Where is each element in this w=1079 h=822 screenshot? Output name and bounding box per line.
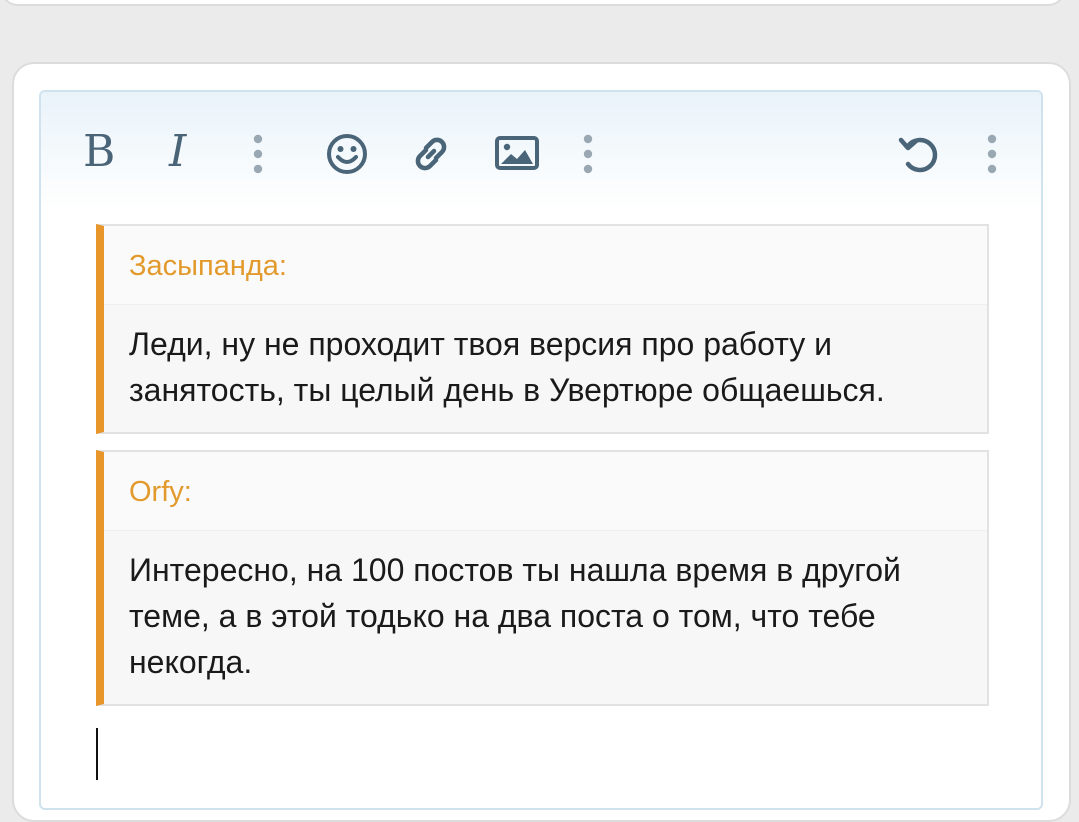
- smiley-icon[interactable]: [323, 130, 371, 178]
- quote-author[interactable]: Засыпанда:: [129, 248, 287, 284]
- rich-text-editor[interactable]: B I Засыпанда: Леди, ну не проходит твоя…: [39, 90, 1043, 810]
- italic-button[interactable]: I: [169, 126, 186, 178]
- more-options-icon[interactable]: [253, 134, 263, 174]
- quote-author[interactable]: Orfy:: [129, 474, 192, 510]
- quote-text: Леди, ну не проходит твоя версия про раб…: [129, 326, 885, 408]
- previous-post-card: [0, 0, 1066, 6]
- image-icon[interactable]: [493, 130, 541, 178]
- undo-icon[interactable]: [895, 130, 943, 178]
- bold-button[interactable]: B: [83, 126, 115, 178]
- quote-text: Интересно, на 100 постов ты нашла время …: [129, 552, 901, 680]
- editor-toolbar: B I: [41, 92, 1041, 210]
- quote-header: Orfy:: [104, 452, 987, 531]
- quote-block: Засыпанда: Леди, ну не проходит твоя вер…: [96, 224, 989, 434]
- more-options-icon[interactable]: [583, 134, 593, 174]
- quote-header: Засыпанда:: [104, 226, 987, 305]
- text-cursor: [96, 728, 98, 780]
- more-options-icon[interactable]: [987, 134, 997, 174]
- quote-block: Orfy: Интересно, на 100 постов ты нашла …: [96, 450, 989, 706]
- link-icon[interactable]: [407, 130, 455, 178]
